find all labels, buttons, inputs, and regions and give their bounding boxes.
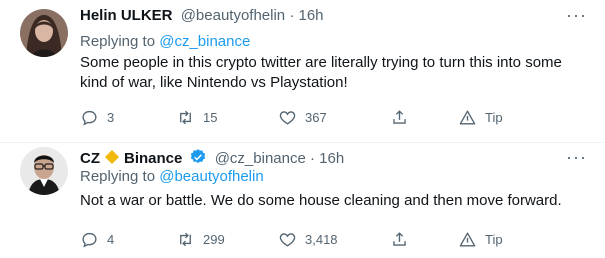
like-button[interactable]: 3,418 [278, 228, 338, 250]
separator: · [289, 7, 295, 24]
like-icon [279, 110, 296, 125]
tip-button[interactable]: Tip [458, 228, 503, 250]
tip-label: Tip [485, 231, 503, 247]
share-icon [393, 109, 406, 124]
display-name[interactable]: CZ Binance [80, 150, 182, 167]
retweet-button[interactable]: 299 [176, 228, 225, 250]
replying-to: Replying to @beautyofhelin [80, 167, 264, 187]
timestamp[interactable]: 16h [319, 150, 344, 167]
tweet-cz[interactable]: CZ Binance @cz_binance · 16h Replying to … [0, 142, 605, 258]
share-button[interactable] [390, 228, 409, 250]
replying-to-label: Replying to [80, 168, 156, 185]
tip-icon [459, 109, 476, 125]
separator: · [310, 150, 315, 167]
retweet-count: 299 [203, 231, 225, 247]
replying-to-label: Replying to [80, 33, 156, 50]
like-count: 367 [305, 109, 327, 125]
reply-button[interactable]: 3 [80, 106, 114, 128]
more-icon[interactable]: ··· [566, 6, 587, 24]
retweet-button[interactable]: 15 [176, 106, 217, 128]
avatar[interactable] [20, 9, 68, 57]
reply-button[interactable]: 4 [80, 228, 114, 250]
tweet-header: CZ Binance @cz_binance · 16h [80, 148, 344, 168]
avatar[interactable] [20, 147, 68, 195]
username[interactable]: @beautyofhelin [181, 7, 285, 24]
reply-count: 4 [107, 231, 115, 247]
share-icon [393, 231, 406, 246]
avatar-image [20, 147, 68, 195]
reply-icon [82, 232, 97, 247]
tweet-helin[interactable]: Helin ULKER @beautyofhelin · 16h Replyin… [0, 0, 605, 143]
display-name[interactable]: Helin ULKER [80, 7, 173, 24]
avatar-image [20, 9, 68, 57]
share-button[interactable] [390, 106, 409, 128]
display-name-last: Binance [124, 150, 183, 167]
username[interactable]: @cz_binance [215, 150, 306, 167]
reply-count: 3 [107, 109, 115, 125]
reply-icon [82, 110, 97, 125]
retweet-icon [180, 232, 191, 246]
replying-to-link[interactable]: @beautyofhelin [159, 168, 263, 185]
like-button[interactable]: 367 [278, 106, 327, 128]
tweet-header: Helin ULKER @beautyofhelin · 16h [80, 6, 324, 26]
like-icon [279, 232, 296, 247]
tip-button[interactable]: Tip [458, 106, 503, 128]
like-count: 3,418 [305, 231, 338, 247]
retweet-count: 15 [203, 109, 218, 125]
tip-icon [459, 231, 476, 247]
tweet-text: Some people in this crypto twitter are l… [80, 54, 562, 91]
display-name-first: CZ [80, 150, 100, 167]
tweet-text: Not a war or battle. We do some house cl… [80, 192, 562, 209]
replying-to-link[interactable]: @cz_binance [159, 33, 250, 50]
binance-diamond-icon [105, 150, 119, 164]
timestamp[interactable]: 16h [299, 7, 324, 24]
more-icon[interactable]: ··· [566, 148, 587, 166]
replying-to: Replying to @cz_binance [80, 32, 250, 52]
retweet-icon [180, 110, 191, 124]
tip-label: Tip [485, 109, 503, 125]
verified-icon [190, 149, 205, 164]
